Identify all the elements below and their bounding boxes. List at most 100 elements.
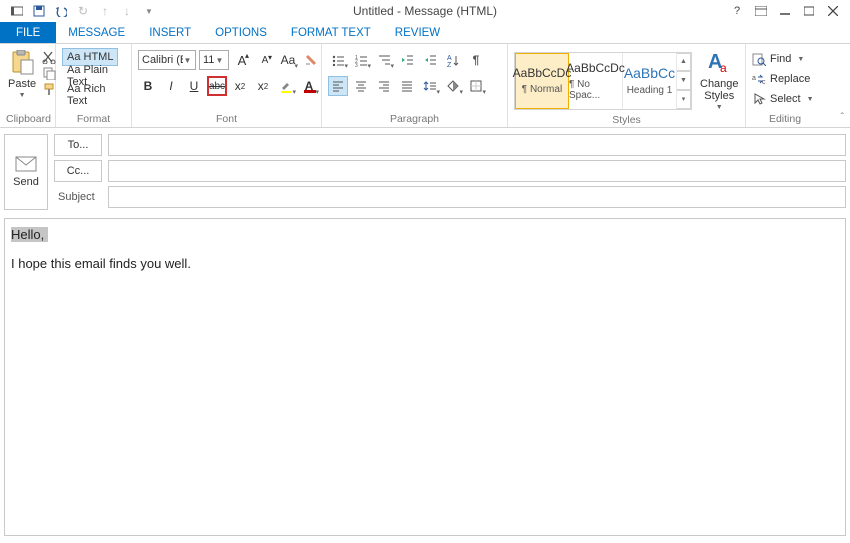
- qat-dropdown-icon[interactable]: ▼: [142, 4, 156, 18]
- align-left-button[interactable]: [328, 76, 348, 96]
- style-normal[interactable]: AaBbCcDc ¶ Normal: [515, 53, 569, 109]
- window-controls: ?: [730, 4, 850, 18]
- send-icon: [15, 156, 37, 172]
- font-color-button[interactable]: A▾: [299, 76, 319, 96]
- prev-icon[interactable]: ↑: [98, 4, 112, 18]
- find-button[interactable]: Find ▼: [752, 50, 804, 68]
- ribbon: Paste ▼ Clipboard Aa HTML Aa Plain Text …: [0, 44, 850, 128]
- select-button[interactable]: Select ▼: [752, 90, 814, 108]
- font-name-combo[interactable]: Calibri (B▼: [138, 50, 196, 70]
- shading-button[interactable]: ▾: [443, 76, 463, 96]
- save-icon[interactable]: [32, 4, 46, 18]
- subscript-button[interactable]: x2: [230, 76, 250, 96]
- body-line: I hope this email finds you well.: [11, 256, 839, 271]
- paste-button[interactable]: Paste ▼: [6, 48, 38, 101]
- tab-options[interactable]: OPTIONS: [203, 22, 279, 43]
- sort-button[interactable]: AZ: [443, 50, 463, 70]
- superscript-button[interactable]: x2: [253, 76, 273, 96]
- svg-text:c: c: [762, 79, 766, 86]
- font-group-label: Font: [138, 112, 315, 125]
- chevron-down-icon[interactable]: ▼: [716, 104, 723, 111]
- replace-button[interactable]: ac Replace: [752, 70, 810, 88]
- paste-icon: [9, 50, 35, 76]
- svg-text:A: A: [447, 55, 452, 62]
- bullets-button[interactable]: ▾: [328, 50, 348, 70]
- window-title: Untitled - Message (HTML): [353, 4, 497, 18]
- numbering-button[interactable]: 123▾: [351, 50, 371, 70]
- format-group-label: Format: [62, 112, 125, 125]
- align-center-button[interactable]: [351, 76, 371, 96]
- subject-label: Subject: [54, 191, 102, 203]
- change-styles-button[interactable]: Aa Change Styles ▼: [698, 48, 741, 113]
- shrink-font-button[interactable]: A▾: [255, 50, 275, 70]
- maximize-icon[interactable]: [802, 4, 816, 18]
- next-icon[interactable]: ↓: [120, 4, 134, 18]
- chevron-down-icon[interactable]: ▼: [214, 56, 224, 65]
- line-spacing-button[interactable]: ▾: [420, 76, 440, 96]
- format-painter-icon[interactable]: [42, 82, 56, 96]
- styles-group-label: Styles: [514, 113, 739, 126]
- body-greeting: Hello,: [11, 227, 48, 242]
- collapse-ribbon-icon[interactable]: ˆ: [841, 112, 844, 123]
- svg-text:3: 3: [355, 63, 358, 67]
- borders-button[interactable]: ▾: [466, 76, 486, 96]
- style-heading1[interactable]: AaBbCc Heading 1: [623, 53, 677, 109]
- font-size-combo[interactable]: 11▼: [199, 50, 229, 70]
- paste-label: Paste: [8, 78, 36, 90]
- to-input[interactable]: [108, 134, 846, 156]
- style-gallery-expand-icon[interactable]: ▾: [677, 90, 691, 109]
- clear-formatting-button[interactable]: [301, 50, 321, 70]
- minimize-icon[interactable]: [778, 4, 792, 18]
- help-icon[interactable]: ?: [730, 4, 744, 18]
- message-body[interactable]: Hello, I hope this email finds you well.: [4, 218, 846, 536]
- style-scroll-down-icon[interactable]: ▼: [677, 71, 691, 90]
- chevron-down-icon[interactable]: ▼: [797, 56, 804, 63]
- grow-font-button[interactable]: A▴: [232, 50, 252, 70]
- change-case-button[interactable]: Aa▾: [278, 50, 298, 70]
- paragraph-group-label: Paragraph: [328, 112, 501, 125]
- bold-button[interactable]: B: [138, 76, 158, 96]
- group-format: Aa HTML Aa Plain Text Aa Rich Text Forma…: [56, 44, 132, 127]
- ribbon-tabs: FILE MESSAGE INSERT OPTIONS FORMAT TEXT …: [0, 22, 850, 44]
- group-font: Calibri (B▼ 11▼ A▴ A▾ Aa▾ B I U abc x2 x…: [132, 44, 322, 127]
- tab-insert[interactable]: INSERT: [137, 22, 203, 43]
- tab-format-text[interactable]: FORMAT TEXT: [279, 22, 383, 43]
- svg-text:a: a: [720, 61, 727, 75]
- send-button[interactable]: Send: [4, 134, 48, 210]
- redo-icon[interactable]: ↻: [76, 4, 90, 18]
- tab-review[interactable]: REVIEW: [383, 22, 452, 43]
- to-button[interactable]: To...: [54, 134, 102, 156]
- strikethrough-button[interactable]: abc: [207, 76, 227, 96]
- decrease-indent-button[interactable]: [397, 50, 417, 70]
- style-scroll-up-icon[interactable]: ▲: [677, 53, 691, 72]
- chevron-down-icon[interactable]: ▼: [183, 56, 192, 65]
- style-no-spacing[interactable]: AaBbCcDc ¶ No Spac...: [569, 53, 623, 109]
- increase-indent-button[interactable]: [420, 50, 440, 70]
- group-styles: AaBbCcDc ¶ Normal AaBbCcDc ¶ No Spac... …: [508, 44, 746, 127]
- justify-button[interactable]: [397, 76, 417, 96]
- cut-icon[interactable]: [42, 50, 56, 64]
- cc-button[interactable]: Cc...: [54, 160, 102, 182]
- group-editing: Find ▼ ac Replace Select ▼ Editing: [746, 44, 824, 127]
- align-right-button[interactable]: [374, 76, 394, 96]
- subject-input[interactable]: [108, 186, 846, 208]
- format-rich-button[interactable]: Aa Rich Text: [62, 86, 125, 104]
- multilevel-list-button[interactable]: ▾: [374, 50, 394, 70]
- ribbon-display-icon[interactable]: [754, 4, 768, 18]
- cc-input[interactable]: [108, 160, 846, 182]
- style-gallery: AaBbCcDc ¶ Normal AaBbCcDc ¶ No Spac... …: [514, 52, 692, 110]
- show-marks-button[interactable]: ¶: [466, 50, 486, 70]
- replace-icon: ac: [752, 72, 766, 86]
- copy-icon[interactable]: [42, 66, 56, 80]
- paste-dropdown-icon[interactable]: ▼: [19, 92, 26, 99]
- close-icon[interactable]: [826, 4, 840, 18]
- tab-file[interactable]: FILE: [0, 22, 56, 43]
- italic-button[interactable]: I: [161, 76, 181, 96]
- highlight-color-button[interactable]: ▾: [276, 76, 296, 96]
- underline-button[interactable]: U: [184, 76, 204, 96]
- compose-fields: To... Cc... Subject: [54, 134, 846, 210]
- chevron-down-icon[interactable]: ▼: [807, 96, 814, 103]
- app-icon[interactable]: [10, 4, 24, 18]
- undo-icon[interactable]: [54, 4, 68, 18]
- tab-message[interactable]: MESSAGE: [56, 22, 137, 43]
